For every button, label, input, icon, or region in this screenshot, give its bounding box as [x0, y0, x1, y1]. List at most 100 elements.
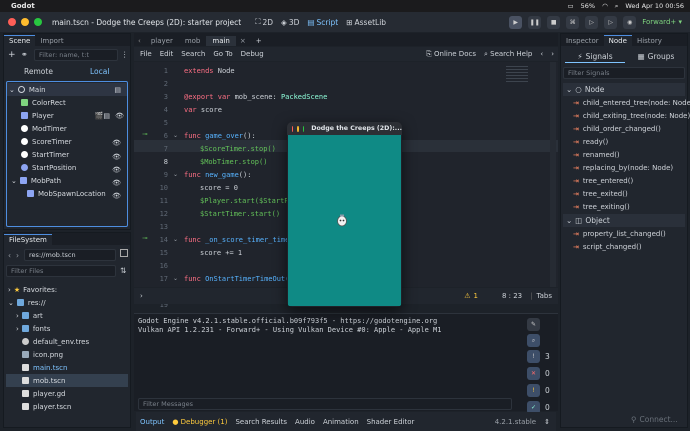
warning-icon[interactable]: ⚠ [464, 292, 470, 300]
fold-icon[interactable]: ⌄ [173, 171, 178, 178]
groups-tab[interactable]: ▦ Groups [627, 50, 685, 63]
fold-icon[interactable]: ⌄ [173, 275, 178, 282]
link-icon[interactable]: ⚭ [21, 50, 28, 59]
clock[interactable]: Wed Apr 10 00:56 [625, 2, 684, 10]
signal-item[interactable]: ⇥ script_changed() [565, 240, 690, 253]
visibility-icon[interactable]: 👁 [115, 112, 124, 120]
fs-item-mob-tscn[interactable]: mob.tscn [6, 374, 128, 387]
search-help-button[interactable]: ⌕ Search Help [484, 50, 532, 59]
mode-3d-button[interactable]: ◈ 3D [281, 17, 299, 27]
script-tab-main[interactable]: main [206, 36, 236, 46]
sort-icon[interactable]: ⇅ [120, 266, 126, 275]
clear-output-icon[interactable]: ✎ [527, 318, 540, 331]
zoom-window-icon[interactable] [34, 18, 42, 26]
stop-icon[interactable]: ■ [547, 15, 561, 29]
scene-instance-icon[interactable]: 🎬▤ [95, 112, 110, 120]
signal-item[interactable]: ⇥ tree_exiting() [565, 200, 690, 213]
menu-debug[interactable]: Debug [241, 50, 264, 58]
minimize-window-icon[interactable] [297, 125, 299, 132]
warning-filter[interactable]: ! 0 [527, 384, 550, 397]
visibility-icon[interactable]: 👁 [112, 192, 121, 200]
game-window[interactable]: Dodge the Creeps (2D):... [287, 122, 402, 307]
scene-filter-input[interactable]: Filter: name, t:t [34, 49, 118, 61]
path-field[interactable]: res://mob.tscn [24, 249, 116, 261]
app-menu-name[interactable]: Godot [11, 2, 35, 10]
close-window-icon[interactable] [8, 18, 16, 26]
split-icon[interactable] [120, 249, 128, 257]
mode-script-button[interactable]: ▤ Script [307, 17, 338, 27]
tabs-back-icon[interactable]: ‹ [134, 36, 145, 46]
remote-tab[interactable]: Remote [24, 67, 53, 76]
signal-item[interactable]: ⇥ child_entered_tree(node: Node) [565, 96, 690, 109]
connect-button[interactable]: ⚲ Connect... [631, 415, 678, 424]
menu-edit[interactable]: Edit [160, 50, 174, 58]
tree-node-startposition[interactable]: StartPosition [21, 161, 76, 174]
zoom-window-icon[interactable] [302, 125, 305, 132]
tree-node-modtimer[interactable]: ModTimer [21, 122, 67, 135]
search-icon[interactable]: ⌕ [615, 2, 619, 11]
toggle-panel-icon[interactable]: ⇕ [544, 418, 550, 426]
object-section-header[interactable]: ⌄ ◫ Object [563, 214, 685, 227]
signal-item[interactable]: ⇥ tree_exited() [565, 187, 690, 200]
fs-item-main-tscn[interactable]: main.tscn [22, 361, 67, 374]
toggle-scripts-panel-icon[interactable]: › [140, 292, 143, 300]
fs-item-icon-png[interactable]: icon.png [22, 348, 63, 361]
filter-signals-input[interactable]: Filter Signals [563, 67, 685, 79]
fs-item-player-tscn[interactable]: player.tscn [22, 400, 71, 413]
play-custom-icon[interactable]: ▷ [604, 15, 618, 29]
nav-back-icon[interactable]: ‹ [540, 50, 543, 58]
minimize-window-icon[interactable] [21, 18, 29, 26]
pause-icon[interactable]: ❚❚ [528, 15, 542, 29]
indent-mode[interactable]: Tabs [537, 292, 553, 300]
signal-item[interactable]: ⇥ tree_entered() [565, 174, 690, 187]
vertical-scrollbar[interactable] [550, 62, 556, 287]
tree-node-starttimer[interactable]: StartTimer [21, 148, 69, 161]
tab-animation[interactable]: Animation [323, 418, 359, 426]
menu-file[interactable]: File [140, 50, 152, 58]
minimap[interactable] [506, 66, 528, 84]
wifi-icon[interactable]: ◠ [602, 2, 608, 10]
close-tab-icon[interactable]: × [236, 36, 250, 46]
forward-icon[interactable]: › [16, 251, 19, 260]
local-tab[interactable]: Local [90, 67, 109, 76]
filter-files-input[interactable]: Filter Files [6, 265, 116, 277]
signals-tab[interactable]: ⚡ Signals [565, 50, 625, 63]
tab-history[interactable]: History [632, 36, 667, 46]
remote-debug-icon[interactable]: ⌘ [566, 15, 580, 29]
fs-item-art[interactable]: › art [16, 309, 43, 322]
fs-root[interactable]: ⌄ res:// [8, 296, 46, 309]
fs-item-fonts[interactable]: › fonts [16, 322, 50, 335]
tree-node-main[interactable]: ⌄ Main ▤ [7, 83, 127, 96]
signal-item[interactable]: ⇥ child_order_changed() [565, 122, 690, 135]
connected-signal-icon[interactable]: ⊸ [142, 130, 147, 138]
online-docs-button[interactable]: ⎘ Online Docs [426, 50, 476, 59]
script-tab-mob[interactable]: mob [179, 36, 207, 46]
signal-item[interactable]: ⇥ replacing_by(node: Node) [565, 161, 690, 174]
play-scene-icon[interactable]: ▷ [585, 15, 599, 29]
filter-messages-input[interactable]: Filter Messages [138, 398, 512, 410]
add-node-icon[interactable]: + [8, 50, 16, 60]
script-icon[interactable]: ▤ [114, 86, 121, 94]
tree-node-player[interactable]: Player 🎬▤ 👁 [21, 109, 127, 122]
battery-icon[interactable]: ▭ [567, 2, 573, 10]
tree-node-colorrect[interactable]: ColorRect [21, 96, 66, 109]
close-window-icon[interactable] [292, 125, 294, 132]
tab-scene[interactable]: Scene [4, 35, 36, 46]
log-filter[interactable]: ! 3 [527, 350, 550, 363]
fold-icon[interactable]: ⌄ [173, 132, 178, 139]
visibility-icon[interactable]: 👁 [112, 179, 121, 187]
menu-goto[interactable]: Go To [213, 50, 232, 58]
visibility-icon[interactable]: 👁 [112, 153, 121, 161]
fold-icon[interactable]: ⌄ [173, 236, 178, 243]
mode-2d-button[interactable]: ⛶ 2D [255, 17, 273, 27]
tab-debugger[interactable]: ● Debugger (1) [172, 418, 227, 426]
back-icon[interactable]: ‹ [8, 251, 11, 260]
renderer-select[interactable]: Forward+ ▾ [642, 18, 682, 26]
mode-assetlib-button[interactable]: ⊞ AssetLib [346, 17, 386, 27]
signal-item[interactable]: ⇥ property_list_changed() [565, 227, 690, 240]
new-tab-icon[interactable]: + [250, 36, 268, 46]
script-tab-player[interactable]: player [145, 36, 179, 46]
game-viewport[interactable] [288, 135, 401, 306]
tree-node-mobspawnlocation[interactable]: MobSpawnLocation [27, 187, 106, 200]
search-icon[interactable]: ⌕ [527, 334, 540, 347]
